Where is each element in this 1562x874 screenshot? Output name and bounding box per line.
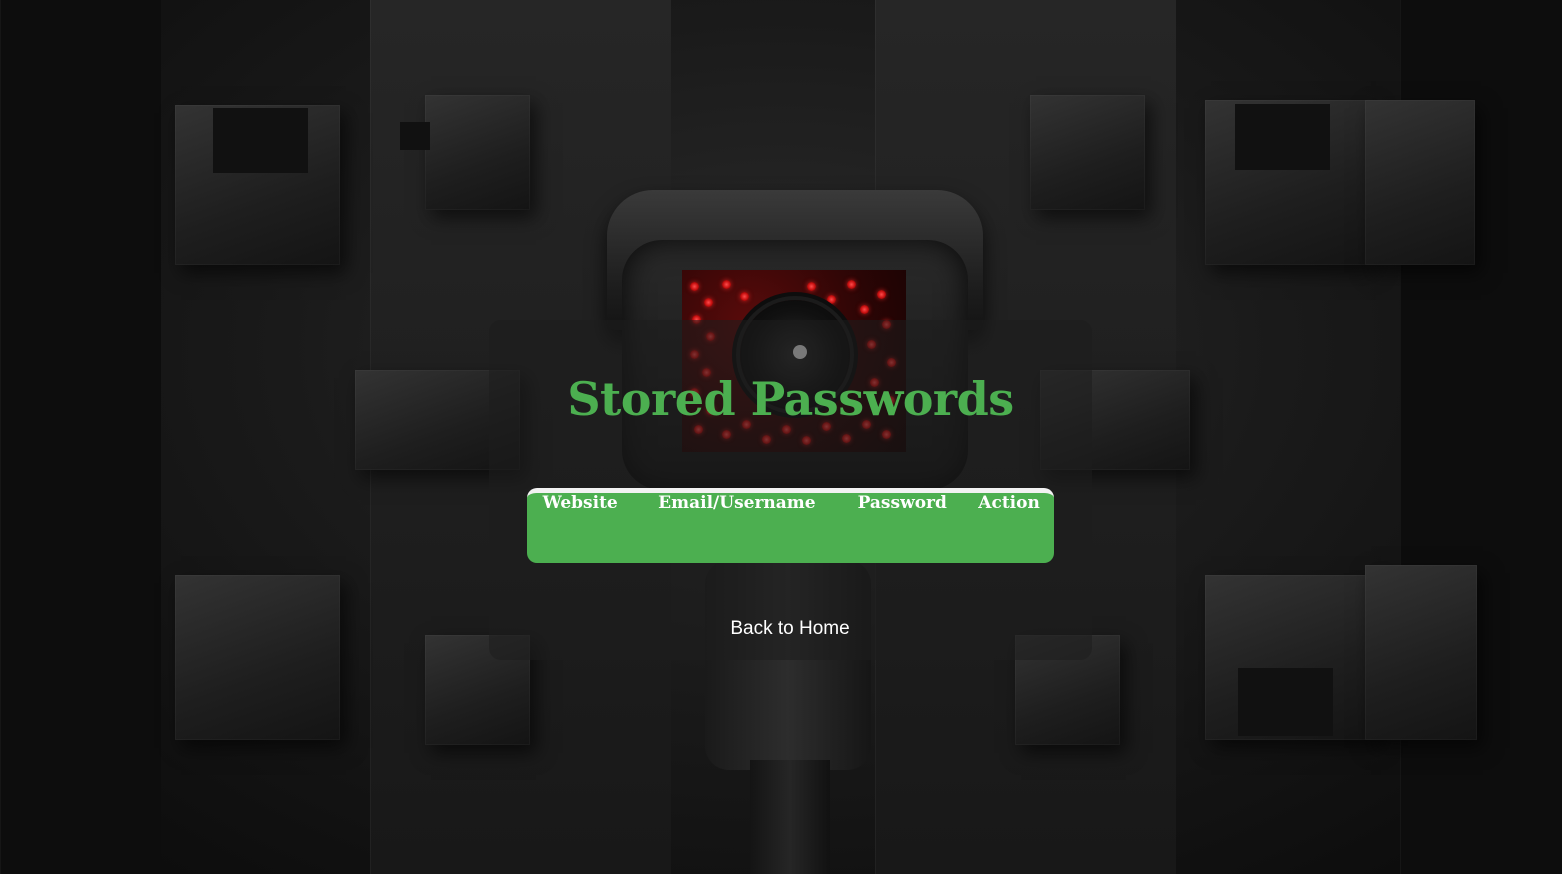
page-title: Stored Passwords <box>567 372 1014 426</box>
column-header-website: Website <box>542 493 618 513</box>
table-body <box>527 513 1054 563</box>
page-root: Stored Passwords Website Email/Username … <box>0 0 1562 874</box>
table-header-row: Website Email/Username Password Action <box>527 493 1054 513</box>
column-header-action: Action <box>978 493 1040 513</box>
column-header-email-username: Email/Username <box>658 493 816 513</box>
column-header-password: Password <box>857 493 947 513</box>
passwords-table: Website Email/Username Password Action <box>527 488 1054 563</box>
back-to-home-link[interactable]: Back to Home <box>690 614 890 644</box>
